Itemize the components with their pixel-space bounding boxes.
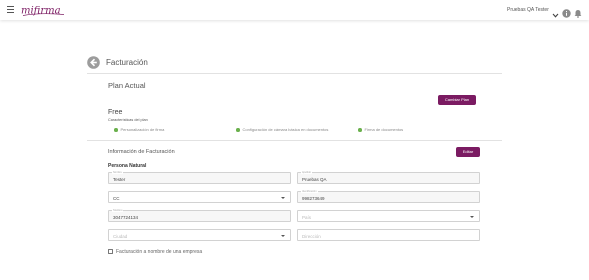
check-dot-icon <box>358 128 362 132</box>
user-name[interactable]: Pruebas QA Tester <box>507 7 549 13</box>
phone-field[interactable]: Teléfono 3047724134 <box>108 209 291 222</box>
company-billing-label[interactable]: Facturación a nombre de una empresa <box>116 249 202 255</box>
plan-section-title: Plan Actual <box>108 81 146 90</box>
dropdown-caret-icon <box>470 215 474 218</box>
person-type-label: Persona Natural <box>108 163 147 169</box>
billing-section-title: Información de Facturación <box>108 149 175 155</box>
header-divider <box>87 73 502 74</box>
menu-icon[interactable] <box>7 6 14 13</box>
page-title: Facturación <box>106 58 148 67</box>
country-select[interactable]: País <box>297 210 480 222</box>
plan-feature-item: Personalización de firma <box>114 127 164 132</box>
mifirma-logo[interactable]: mifirma <box>20 3 68 17</box>
check-dot-icon <box>236 128 240 132</box>
dropdown-caret-icon <box>281 234 285 237</box>
chevron-down-icon[interactable] <box>552 6 559 24</box>
back-arrow-icon[interactable] <box>87 56 100 69</box>
address-field[interactable]: Dirección <box>297 229 480 241</box>
document-number-field[interactable]: Identificación 998273649 <box>297 190 480 203</box>
info-icon[interactable] <box>562 5 571 23</box>
bell-icon[interactable] <box>574 5 582 23</box>
plan-feature-item: Configuración de cámara básica en docume… <box>236 127 328 132</box>
plan-features-subtitle: Características del plan <box>108 117 148 122</box>
document-type-select[interactable]: CC <box>108 191 291 203</box>
plan-name: Free <box>108 109 123 116</box>
plan-feature-item: Firma de documentos <box>358 127 403 132</box>
change-plan-button[interactable]: Cambiar Plan <box>438 95 476 105</box>
section-divider <box>87 140 502 141</box>
city-select[interactable]: Ciudad <box>108 229 291 241</box>
dropdown-caret-icon <box>281 196 285 199</box>
edit-billing-button[interactable]: Editar <box>456 147 480 157</box>
check-dot-icon <box>114 128 118 132</box>
top-navbar: mifirma Pruebas QA Tester <box>0 0 589 20</box>
last-name-field[interactable]: Apellido Pruebas QA <box>297 171 480 184</box>
company-billing-checkbox[interactable] <box>108 248 113 254</box>
first-name-field[interactable]: Nombre Tester <box>108 171 291 184</box>
